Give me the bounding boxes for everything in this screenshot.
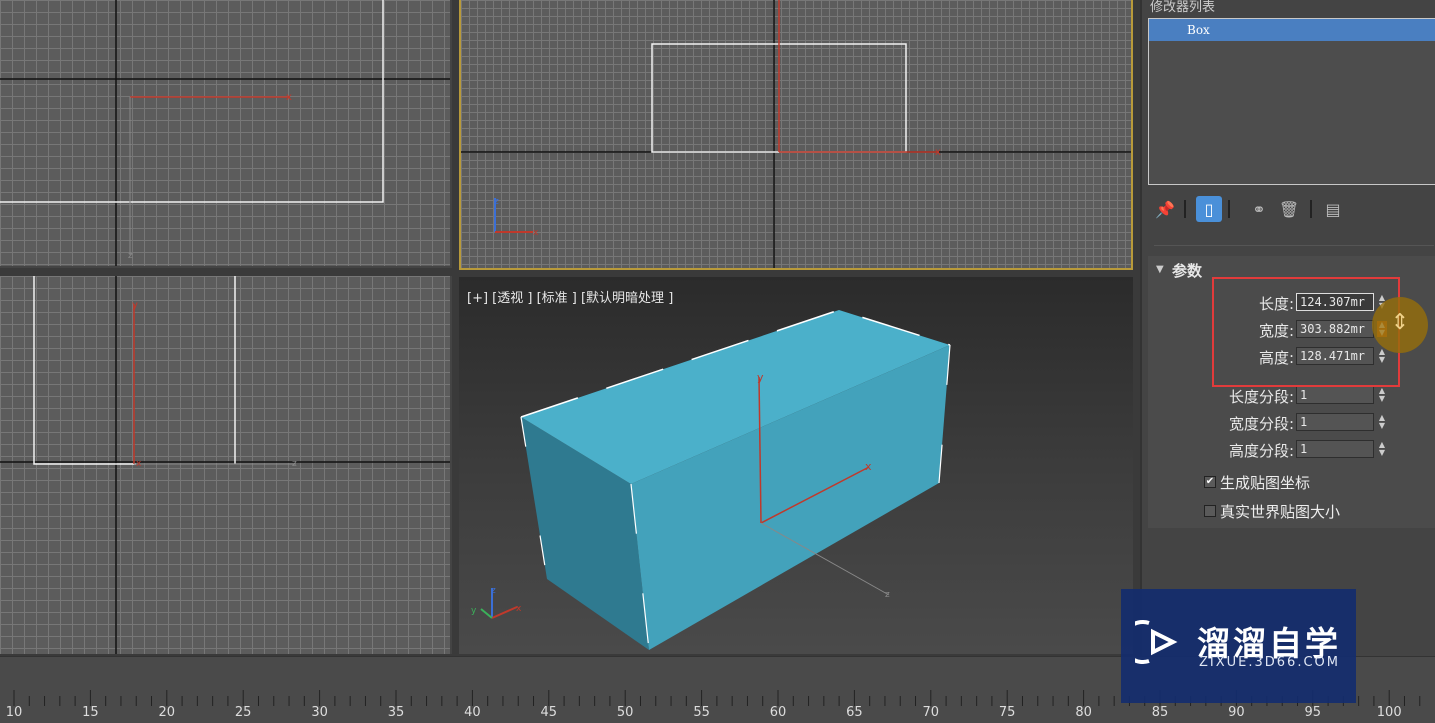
toolbar-separator <box>1310 200 1312 218</box>
timeline-tick-label: 90 <box>1228 705 1245 720</box>
svg-text:z: z <box>292 459 297 469</box>
svg-text:y: y <box>471 606 477 616</box>
viewport-top[interactable]: x z <box>0 0 452 268</box>
timeline-tick-label: 25 <box>234 705 252 720</box>
param-width-segs: 宽度分段: 1 ▲ ▼ <box>1148 411 1435 433</box>
watermark-url: ZIXUE.3D66.COM <box>1199 655 1340 670</box>
svg-text:z: z <box>885 590 890 600</box>
timeline-tick-label: 100 <box>1376 705 1402 720</box>
modifier-stack[interactable]: Box <box>1148 18 1435 185</box>
timeline-tick-label: 80 <box>1075 705 1092 720</box>
panel-divider <box>1154 245 1434 246</box>
svg-text:y: y <box>132 300 138 311</box>
height-segs-spinner[interactable]: ▲ ▼ <box>1377 441 1387 457</box>
svg-text:x: x <box>865 460 872 473</box>
timeline-tick-label: 45 <box>540 705 558 720</box>
width-segs-spinner[interactable]: ▲ ▼ <box>1377 414 1387 430</box>
rollout-title[interactable]: 参数 <box>1172 260 1202 281</box>
timeline-tick-label: 75 <box>998 705 1016 720</box>
viewport-top-geometry: x z <box>0 0 450 266</box>
param-label: 长度分段: <box>1228 388 1294 406</box>
svg-text:x: x <box>136 459 142 469</box>
gen-mapping-coords-checkbox[interactable]: ✔ 生成贴图坐标 <box>1204 471 1310 493</box>
collapse-arrow-icon[interactable]: ▼ <box>1156 264 1164 275</box>
cursor-icon: ⇕ <box>1390 310 1410 335</box>
watermark-logo <box>1135 620 1178 664</box>
checkbox-unchecked[interactable] <box>1204 505 1216 517</box>
box-object[interactable]: y x z z x y <box>459 277 1133 654</box>
width-segs-input[interactable]: 1 <box>1296 413 1374 431</box>
param-height-segs: 高度分段: 1 ▲ ▼ <box>1148 438 1435 460</box>
checkbox-checked[interactable]: ✔ <box>1204 476 1216 488</box>
timeline-tick-label: 40 <box>464 705 481 720</box>
modifier-stack-item[interactable]: Box <box>1149 19 1435 41</box>
timeline-tick-label: 35 <box>387 705 405 720</box>
show-end-result-icon[interactable]: ▯ <box>1196 196 1222 222</box>
viewport-left-geometry: y x z <box>0 276 450 654</box>
timeline-tick-label: 15 <box>82 705 99 720</box>
modifier-list-label[interactable]: 修改器列表 <box>1150 0 1215 15</box>
svg-text:x: x <box>533 228 539 238</box>
viewport-left[interactable]: y x z <box>0 276 452 654</box>
length-segs-input[interactable]: 1 <box>1296 386 1374 404</box>
svg-text:x: x <box>286 92 292 103</box>
real-world-map-size-checkbox[interactable]: 真实世界贴图大小 <box>1204 500 1340 522</box>
make-unique-icon[interactable]: ⚭ <box>1246 196 1272 222</box>
watermark: 溜溜自学 ZIXUE.3D66.COM <box>1121 589 1356 703</box>
timeline-tick-label: 70 <box>922 705 940 720</box>
toolbar-separator <box>1184 200 1186 218</box>
modifier-toolbar: 📌 ▯ ⚭ 🗑 ▤ <box>1148 192 1435 224</box>
height-segs-input[interactable]: 1 <box>1296 440 1374 458</box>
param-length-segs: 长度分段: 1 ▲ ▼ <box>1148 384 1435 406</box>
timeline-tick-label: 85 <box>1151 705 1169 720</box>
timeline-tick-label: 55 <box>693 705 710 720</box>
timeline-tick-label: 60 <box>769 705 787 720</box>
svg-text:z: z <box>494 197 499 207</box>
checkbox-label: 生成贴图坐标 <box>1220 473 1311 492</box>
timeline-tick-label: 20 <box>158 705 176 720</box>
viewport-front[interactable]: x z x <box>459 0 1133 270</box>
timeline-tick-label: 95 <box>1304 705 1322 720</box>
remove-modifier-icon[interactable]: 🗑 <box>1276 196 1302 222</box>
length-segs-spinner[interactable]: ▲ ▼ <box>1377 387 1387 403</box>
timeline-tick-label: 30 <box>311 705 328 720</box>
svg-text:z: z <box>128 251 133 261</box>
param-label: 宽度分段: <box>1228 415 1294 433</box>
pin-icon[interactable]: 📌 <box>1152 196 1178 222</box>
timeline-tick-label: 10 <box>5 705 23 720</box>
configure-sets-icon[interactable]: ▤ <box>1320 196 1346 222</box>
toolbar-separator <box>1228 200 1230 218</box>
param-label: 高度分段: <box>1228 442 1294 460</box>
svg-text:x: x <box>516 604 522 614</box>
viewport-perspective[interactable]: [+] [透视 ] [标准 ] [默认明暗处理 ] y x z z x y <box>459 277 1133 654</box>
viewport-front-geometry: x z x <box>461 0 1131 268</box>
svg-text:z: z <box>491 586 496 596</box>
highlight-annotation <box>1212 277 1400 387</box>
svg-text:y: y <box>757 371 764 384</box>
timeline-tick-label: 50 <box>616 705 634 720</box>
timeline-tick-label: 65 <box>846 705 863 720</box>
checkbox-label: 真实世界贴图大小 <box>1220 502 1341 521</box>
svg-text:x: x <box>935 147 941 158</box>
